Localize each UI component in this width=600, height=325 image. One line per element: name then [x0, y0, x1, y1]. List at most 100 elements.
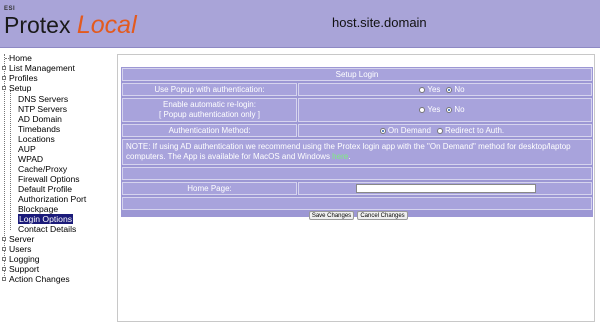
sidebar-tree: Home List Management Profiles Setup DNS … — [0, 52, 116, 325]
sidebar-item-label: Cache/Proxy — [18, 164, 68, 174]
expand-toggle-icon[interactable] — [2, 277, 6, 281]
relogin-no-label: No — [454, 105, 465, 114]
cancel-changes-button[interactable]: Cancel Changes — [357, 211, 408, 220]
sidebar-item-label: List Management — [9, 63, 75, 73]
expand-toggle-icon[interactable] — [2, 76, 6, 80]
home-page-input[interactable] — [356, 184, 536, 193]
sidebar-item-label: Authorization Port — [18, 194, 87, 204]
radio-icon[interactable] — [436, 127, 443, 134]
sidebar-item-dns-servers[interactable]: DNS Servers — [18, 94, 68, 104]
buttons-row: Save Changes Cancel Changes — [121, 210, 593, 223]
sidebar-item-firewall-options[interactable]: Firewall Options — [18, 174, 80, 184]
sidebar-item-aup[interactable]: AUP — [18, 144, 36, 154]
home-page-label: Home Page: — [122, 182, 297, 195]
collapse-toggle-icon[interactable] — [2, 86, 6, 90]
logo-main-text: Protex — [4, 12, 71, 38]
host-name: host.site.domain — [332, 15, 427, 30]
auth-method-row: Authentication Method: On Demand Redirec… — [121, 123, 593, 137]
sidebar-item-locations[interactable]: Locations — [18, 134, 55, 144]
spacer-cell — [122, 167, 592, 180]
radio-icon[interactable] — [419, 107, 426, 113]
sidebar-item-blockpage[interactable]: Blockpage — [18, 204, 58, 214]
sidebar-item-timebands[interactable]: Timebands — [18, 124, 60, 134]
popup-no-label: No — [454, 84, 465, 94]
content-frame: Setup Login Use Popup with authenticatio… — [117, 54, 595, 322]
note-text: NOTE: If using AD authentication we reco… — [122, 139, 592, 165]
sidebar-item-label: NTP Servers — [18, 104, 68, 114]
sidebar-item-profiles[interactable]: Profiles — [9, 73, 38, 83]
sidebar-item-label: Login Options — [18, 214, 74, 224]
note-here-link[interactable]: here — [332, 152, 348, 161]
popup-label: Use Popup with authentication: — [122, 83, 297, 96]
sidebar-item-label: AUP — [18, 144, 36, 154]
sidebar-item-list-management[interactable]: List Management — [9, 63, 75, 73]
expand-toggle-icon[interactable] — [2, 267, 6, 271]
panel-title-row: Setup Login — [121, 67, 593, 81]
auth-redirect-option[interactable]: Redirect to Auth. — [436, 125, 505, 136]
sidebar-item-label: Support — [9, 264, 40, 274]
spacer-cell-2 — [122, 197, 592, 210]
sidebar-item-logging[interactable]: Logging — [9, 254, 40, 264]
spacer-row — [121, 166, 593, 180]
sidebar-item-label: Contact Details — [18, 224, 77, 234]
auth-method-options: On Demand Redirect to Auth. — [298, 124, 592, 137]
logo-wordmark: Protex Local — [4, 11, 137, 40]
radio-icon[interactable] — [419, 86, 426, 93]
expand-toggle-icon[interactable] — [2, 66, 6, 70]
radio-selected-icon[interactable] — [446, 107, 453, 113]
sidebar-item-ntp-servers[interactable]: NTP Servers — [18, 104, 67, 114]
relogin-yes-option[interactable]: Yes — [419, 105, 440, 115]
sidebar-item-label: Setup — [9, 83, 32, 93]
sidebar-item-login-options[interactable]: Login Options — [18, 214, 74, 224]
sidebar-item-home[interactable]: Home — [9, 53, 32, 63]
sidebar-item-label: Blockpage — [18, 204, 59, 214]
note-end: . — [348, 152, 351, 161]
sidebar-item-label: DNS Servers — [18, 94, 69, 104]
save-changes-button[interactable]: Save Changes — [309, 211, 354, 220]
sidebar-item-label: Profiles — [9, 73, 38, 83]
sidebar-item-label: AD Domain — [18, 114, 62, 124]
popup-yes-option[interactable]: Yes — [419, 85, 440, 95]
setup-login-panel: Setup Login Use Popup with authenticatio… — [121, 67, 593, 220]
radio-selected-icon[interactable] — [446, 86, 453, 93]
popup-no-option[interactable]: No — [446, 84, 465, 95]
sidebar-item-default-profile[interactable]: Default Profile — [18, 184, 72, 194]
auth-on-demand-option[interactable]: On Demand — [379, 125, 431, 136]
sidebar-item-label: Locations — [18, 134, 55, 144]
note-paragraph: NOTE: If using AD authentication we reco… — [126, 142, 591, 162]
sidebar-item-authorization-port[interactable]: Authorization Port — [18, 194, 86, 204]
auth-redirect-label: Redirect to Auth. — [444, 125, 505, 135]
sidebar-item-contact-details[interactable]: Contact Details — [18, 224, 76, 234]
auth-on-demand-label: On Demand — [387, 125, 431, 135]
sidebar-item-label: Home — [9, 53, 32, 63]
sidebar-item-wpad[interactable]: WPAD — [18, 154, 43, 164]
auth-method-label: Authentication Method: — [122, 124, 297, 137]
sidebar-item-label: Firewall Options — [18, 174, 80, 184]
radio-selected-icon[interactable] — [379, 127, 386, 134]
relogin-row: Enable automatic re-login: [ Popup authe… — [121, 97, 593, 122]
sidebar-item-support[interactable]: Support — [9, 264, 39, 274]
relogin-label-line-1: Enable automatic re-login: — [163, 100, 256, 109]
sidebar-item-label: Logging — [9, 254, 40, 264]
sidebar-item-setup[interactable]: Setup — [9, 83, 31, 93]
relogin-label-line-2: [ Popup authentication only ] — [159, 110, 260, 119]
sidebar-item-users[interactable]: Users — [9, 244, 31, 254]
expand-toggle-icon[interactable] — [2, 247, 6, 251]
sidebar-item-ad-domain[interactable]: AD Domain — [18, 114, 62, 124]
tree-line-setup — [10, 90, 11, 230]
sidebar-item-action-changes[interactable]: Action Changes — [9, 274, 70, 284]
relogin-no-option[interactable]: No — [446, 105, 465, 115]
spacer-row-2 — [121, 196, 593, 210]
expand-toggle-icon[interactable] — [2, 237, 6, 241]
relogin-options: Yes No — [298, 98, 592, 122]
sidebar-item-label: Server — [9, 234, 35, 244]
home-page-row: Home Page: — [121, 181, 593, 195]
sidebar-item-label: WPAD — [18, 154, 44, 164]
sidebar-item-server[interactable]: Server — [9, 234, 34, 244]
expand-toggle-icon[interactable] — [2, 257, 6, 261]
sidebar-item-cache-proxy[interactable]: Cache/Proxy — [18, 164, 67, 174]
relogin-label: Enable automatic re-login: [ Popup authe… — [122, 98, 297, 122]
header-bar: ESI Protex Local host.site.domain — [0, 0, 600, 48]
sidebar-item-label: Users — [9, 244, 32, 254]
popup-yes-label: Yes — [427, 84, 441, 94]
